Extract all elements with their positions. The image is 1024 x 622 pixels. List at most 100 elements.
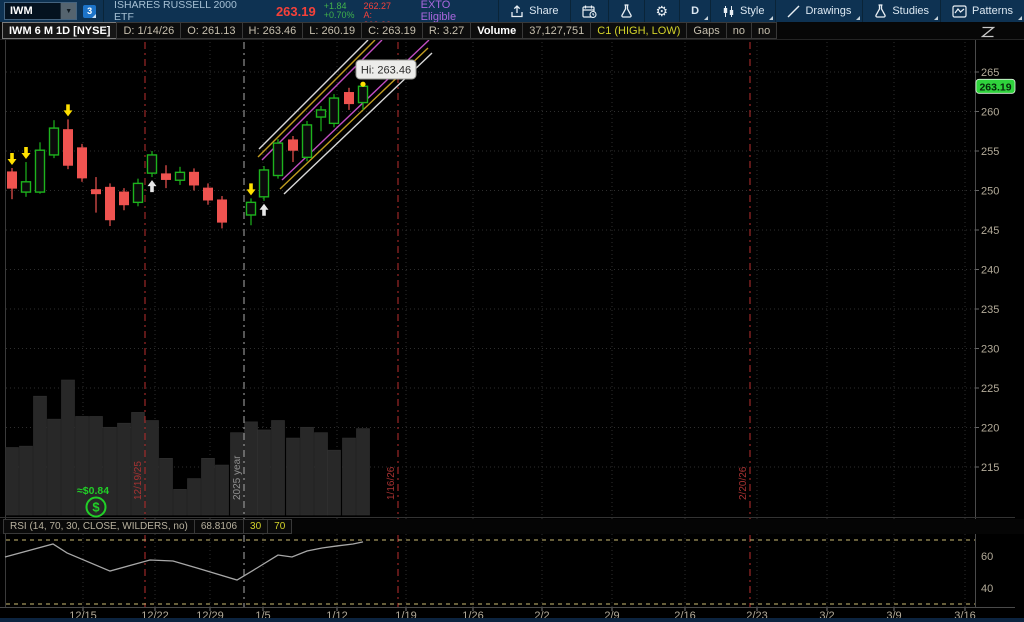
candle	[190, 168, 199, 190]
volume-bar	[287, 438, 300, 515]
price-tick-label: 250	[981, 186, 999, 198]
candle	[134, 179, 143, 207]
timeframe-label: D	[691, 5, 699, 17]
rsi-tick-label: 60	[981, 551, 993, 563]
rsi-overbought-setting[interactable]: 70	[267, 519, 292, 534]
price-tick-label: 215	[981, 462, 999, 474]
gaps-label: Gaps	[686, 22, 726, 39]
volume-bar	[20, 446, 33, 515]
sell-signal-arrow-icon	[64, 104, 73, 116]
share-button[interactable]: Share	[498, 0, 569, 22]
change-stack: +1.84 +0.70%	[324, 2, 355, 21]
svg-text:$: $	[92, 500, 100, 515]
candle	[204, 183, 213, 204]
alerts-button[interactable]	[570, 0, 608, 22]
price-tick-label: 265	[981, 67, 999, 79]
svg-text:≈$0.84: ≈$0.84	[77, 485, 109, 497]
price-tick-label: 220	[981, 423, 999, 435]
trend-line[interactable]	[258, 40, 375, 157]
sell-signal-arrow-icon	[247, 183, 256, 195]
style-button[interactable]: Style	[710, 0, 775, 22]
volume-bar	[245, 422, 258, 515]
candle	[106, 183, 115, 226]
candle	[22, 147, 31, 197]
gear-icon: ⚙	[656, 3, 669, 20]
volume-bar	[188, 479, 201, 515]
volume-bar	[174, 489, 187, 515]
symbol-description: ISHARES RUSSELL 2000 ETF	[114, 0, 258, 23]
price-change-pct: +0.70%	[324, 11, 355, 21]
ohlc-range: R: 3.27	[422, 22, 471, 39]
share-label: Share	[529, 5, 558, 17]
style-label: Style	[740, 5, 764, 17]
candle	[260, 166, 269, 216]
gaps-toggle-2[interactable]: no	[751, 22, 777, 39]
volume-bar	[62, 380, 75, 515]
ohlc-open: O: 261.13	[180, 22, 242, 39]
volume-bar	[258, 430, 271, 515]
price-tick-label: 245	[981, 225, 999, 237]
drawings-button[interactable]: Drawings	[775, 0, 862, 22]
event-line-label: 2/20/26	[738, 466, 749, 500]
buy-signal-arrow-icon	[260, 204, 269, 216]
candle	[303, 121, 312, 161]
studies-label: Studies	[892, 5, 929, 17]
rsi-pane: 6040	[5, 540, 993, 604]
candle	[330, 94, 339, 127]
symbol-dropdown-icon[interactable]: ▼	[60, 3, 76, 19]
ohlc-close: C: 263.19	[361, 22, 423, 39]
gaps-toggle-1[interactable]: no	[726, 22, 752, 39]
ohlc-high: H: 263.46	[242, 22, 304, 39]
trendline-icon	[787, 5, 800, 18]
main-toolbar: IWM ▼ 3 ISHARES RUSSELL 2000 ETF 263.19 …	[0, 0, 1024, 22]
volume-bars	[6, 380, 370, 515]
patterns-button[interactable]: Patterns	[940, 0, 1024, 22]
sell-signal-arrow-icon	[8, 153, 17, 165]
volume-bar	[272, 421, 285, 516]
horizontal-scrollbar[interactable]	[0, 618, 1024, 622]
svg-text:Hi: 263.46: Hi: 263.46	[361, 65, 411, 77]
ohlc-low: L: 260.19	[302, 22, 362, 39]
candle	[8, 153, 17, 199]
share-icon	[510, 5, 524, 18]
rsi-study-label: RSI (14, 70, 30, CLOSE, WILDERS, no)	[3, 519, 195, 534]
linked-charts-badge[interactable]: 3	[83, 5, 96, 18]
timeframe-button[interactable]: D	[679, 0, 710, 22]
volume-bar	[328, 450, 341, 515]
rsi-header-row: RSI (14, 70, 30, CLOSE, WILDERS, no) 68.…	[0, 519, 1024, 534]
price-tick-label: 235	[981, 304, 999, 316]
divider	[103, 0, 104, 22]
candle	[92, 177, 101, 213]
analysis-tools-button[interactable]	[608, 0, 644, 22]
event-line-label: 1/16/26	[386, 466, 397, 500]
volume-bar	[202, 458, 215, 515]
volume-bar	[6, 448, 19, 516]
symbol-value[interactable]: IWM	[5, 5, 60, 17]
studies-flask-icon	[874, 4, 887, 18]
volume-bar	[301, 427, 314, 515]
price-tick-label: 225	[981, 383, 999, 395]
event-line-label: 12/19/25	[133, 461, 144, 500]
volume-bar	[48, 419, 61, 515]
chart-style-icon	[722, 5, 735, 18]
volume-bar	[216, 465, 229, 515]
collapse-axis-icon[interactable]	[981, 25, 995, 43]
price-axis[interactable]: 265260255250245240235230225220215263.19	[975, 67, 1015, 474]
drawings-label: Drawings	[805, 5, 851, 17]
candle	[78, 144, 87, 182]
patterns-icon	[952, 5, 967, 18]
candle	[176, 167, 185, 185]
volume-bar	[315, 433, 328, 515]
studies-button[interactable]: Studies	[862, 0, 940, 22]
price-tick-label: 240	[981, 265, 999, 277]
settings-button[interactable]: ⚙	[644, 0, 680, 22]
candle	[50, 120, 59, 158]
ohlc-date: D: 1/14/26	[116, 22, 181, 39]
chart-title: IWM 6 M 1D [NYSE]	[2, 22, 117, 39]
volume-label: Volume	[470, 22, 523, 39]
ohlc-header-row: IWM 6 M 1D [NYSE] D: 1/14/26 O: 261.13 H…	[0, 22, 1024, 40]
symbol-input[interactable]: IWM ▼	[4, 2, 77, 20]
rsi-oversold-setting[interactable]: 30	[243, 519, 268, 534]
volume-bar	[357, 429, 370, 515]
corridor-label: C1 (HIGH, LOW)	[590, 22, 687, 39]
